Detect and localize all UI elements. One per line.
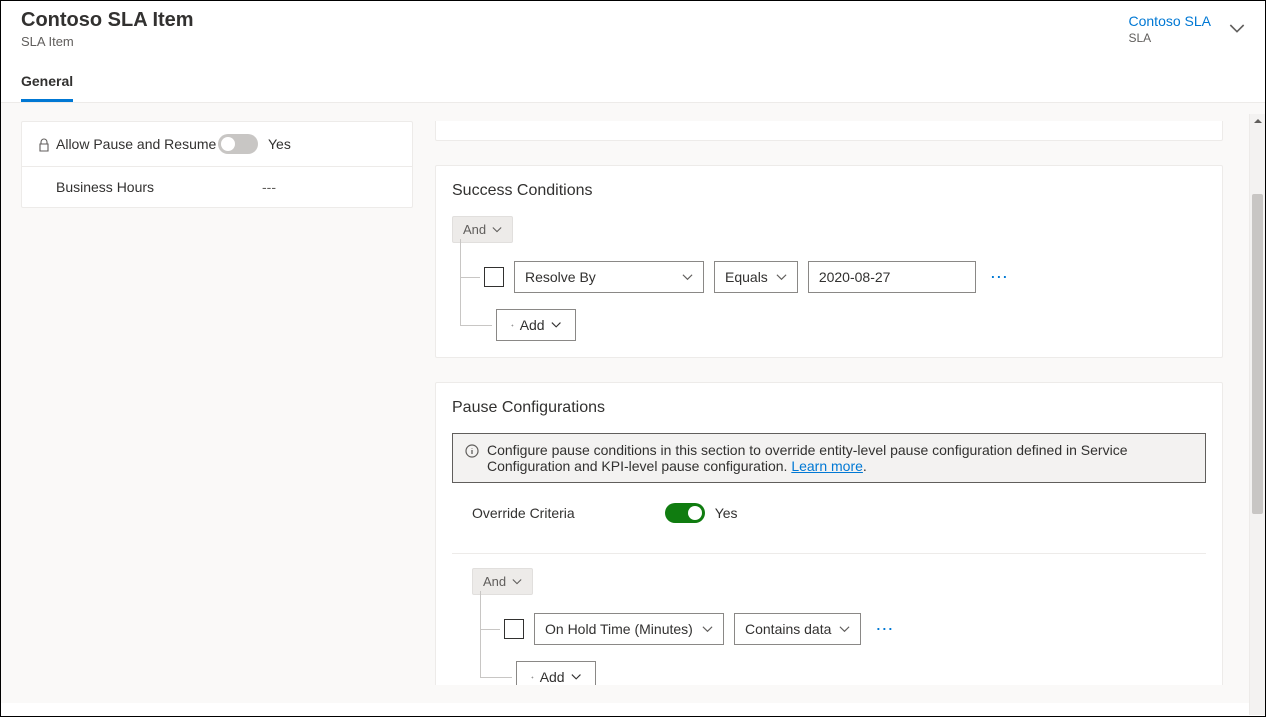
condition-operator-dropdown[interactable]: Contains data [734, 613, 861, 645]
condition-operator-value: Contains data [745, 621, 831, 637]
override-criteria-label: Override Criteria [472, 505, 575, 521]
scroll-up-arrow[interactable] [1250, 114, 1265, 128]
condition-value-input[interactable] [808, 261, 976, 293]
form-row-allow-pause-resume: Allow Pause and Resume Yes [22, 122, 412, 167]
divider [452, 553, 1206, 554]
pause-add-row: Add [516, 661, 1206, 685]
pause-logic-label: And [483, 574, 506, 589]
chevron-down-icon [682, 272, 693, 283]
header-linked-block[interactable]: Contoso SLA SLA [1129, 9, 1246, 45]
condition-field-dropdown[interactable]: Resolve By [514, 261, 704, 293]
override-criteria-row: Override Criteria Yes [452, 499, 1206, 539]
chevron-down-icon [571, 672, 581, 682]
tab-general[interactable]: General [21, 67, 73, 102]
condition-more-menu[interactable]: ⋯ [986, 267, 1014, 288]
info-icon [465, 444, 479, 458]
allow-pause-resume-label: Allow Pause and Resume [56, 136, 216, 152]
pause-configurations-card: Pause Configurations Configure pause con… [435, 382, 1223, 685]
page-title: Contoso SLA Item [21, 9, 194, 32]
vertical-scrollbar[interactable] [1249, 114, 1265, 715]
learn-more-link[interactable]: Learn more [791, 458, 863, 474]
business-hours-label: Business Hours [56, 179, 154, 195]
success-logic-operator[interactable]: And [452, 216, 513, 243]
collapsed-card-above [435, 121, 1223, 141]
add-button-label: Add [520, 317, 545, 333]
pause-add-button[interactable]: Add [516, 661, 596, 685]
business-hours-value: --- [218, 179, 276, 195]
success-add-row: Add [496, 309, 1206, 341]
success-condition-builder: And Resolve By Equals ⋯ [452, 216, 1206, 341]
allow-pause-resume-toggle[interactable] [218, 134, 258, 154]
chevron-down-icon [702, 624, 713, 635]
add-button-label: Add [540, 669, 565, 685]
success-condition-row: Resolve By Equals ⋯ [484, 261, 1206, 293]
pause-logic-operator[interactable]: And [472, 568, 533, 595]
chevron-down-icon [512, 577, 522, 587]
override-criteria-toggle[interactable] [665, 503, 705, 523]
page-subtitle: SLA Item [21, 34, 194, 49]
condition-operator-dropdown[interactable]: Equals [714, 261, 798, 293]
success-logic-label: And [463, 222, 486, 237]
success-conditions-card: Success Conditions And Resolve By Equals [435, 165, 1223, 358]
allow-pause-resume-value: Yes [268, 136, 291, 152]
header-title-block: Contoso SLA Item SLA Item [21, 9, 194, 49]
tab-strip: General [1, 49, 1265, 103]
page-header: Contoso SLA Item SLA Item Contoso SLA SL… [1, 1, 1265, 49]
linked-record-type: SLA [1129, 31, 1212, 45]
main-container: Allow Pause and Resume Yes Business Hour… [1, 103, 1265, 703]
form-row-business-hours[interactable]: Business Hours --- [22, 167, 412, 207]
pause-info-text: Configure pause conditions in this secti… [487, 442, 1193, 474]
condition-field-value: On Hold Time (Minutes) [545, 621, 693, 637]
chevron-down-icon [839, 624, 850, 635]
condition-checkbox[interactable] [504, 619, 524, 639]
plus-icon [531, 671, 534, 684]
scroll-thumb[interactable] [1252, 194, 1263, 514]
pause-condition-row: On Hold Time (Minutes) Contains data ⋯ [504, 613, 1206, 645]
condition-operator-value: Equals [725, 269, 768, 285]
chevron-down-icon[interactable] [1229, 21, 1245, 37]
pause-condition-builder: And On Hold Time (Minutes) Contains data… [452, 568, 1206, 685]
chevron-down-icon [551, 320, 561, 330]
override-criteria-value: Yes [715, 505, 738, 521]
condition-checkbox[interactable] [484, 267, 504, 287]
left-form-panel: Allow Pause and Resume Yes Business Hour… [21, 121, 413, 208]
success-conditions-title: Success Conditions [452, 182, 1206, 200]
pause-configurations-title: Pause Configurations [452, 399, 1206, 417]
success-add-button[interactable]: Add [496, 309, 576, 341]
condition-field-dropdown[interactable]: On Hold Time (Minutes) [534, 613, 724, 645]
plus-icon [511, 319, 514, 332]
pause-info-box: Configure pause conditions in this secti… [452, 433, 1206, 483]
chevron-down-icon [776, 272, 787, 283]
condition-more-menu[interactable]: ⋯ [871, 619, 899, 640]
lock-icon [38, 138, 50, 152]
condition-field-value: Resolve By [525, 269, 596, 285]
linked-record-name[interactable]: Contoso SLA [1129, 13, 1212, 29]
right-panel: Success Conditions And Resolve By Equals [435, 121, 1229, 685]
chevron-down-icon [492, 225, 502, 235]
